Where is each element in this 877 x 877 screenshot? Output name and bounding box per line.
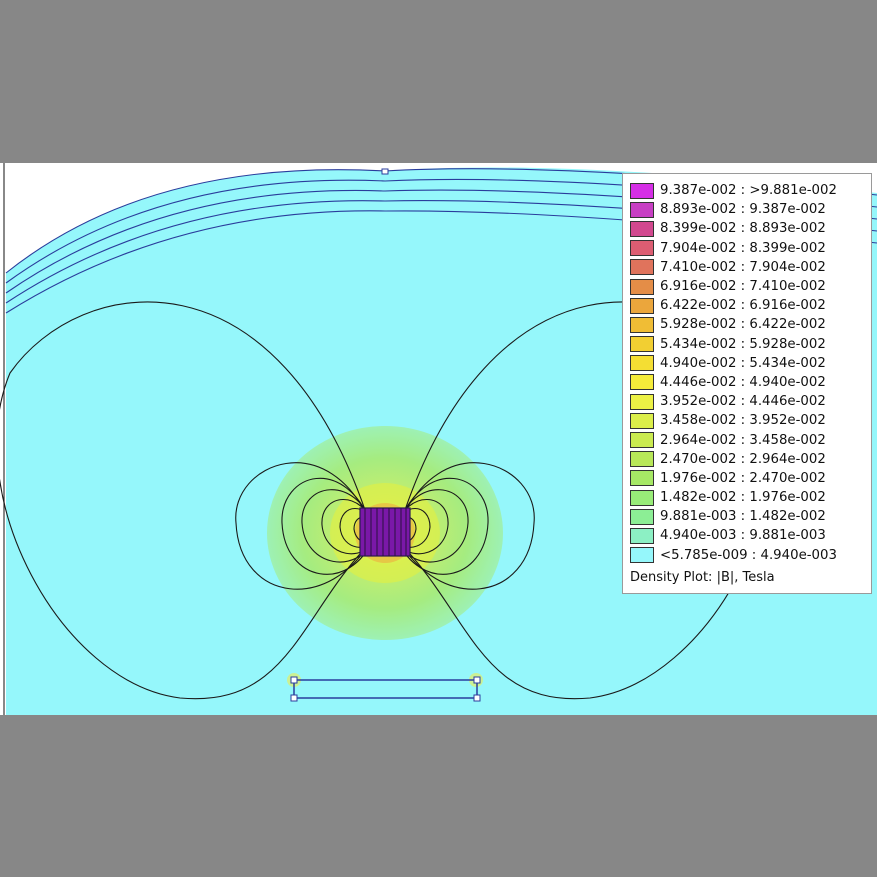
legend-range-label: 4.940e-003 : 9.881e-003	[660, 528, 826, 544]
legend-swatch	[630, 432, 654, 449]
legend-swatch	[630, 297, 654, 314]
legend-entry: 6.916e-002 : 7.410e-002	[630, 277, 871, 296]
legend-range-label: 1.482e-002 : 1.976e-002	[660, 490, 826, 506]
legend-entry: 2.470e-002 : 2.964e-002	[630, 450, 871, 469]
legend-swatch	[630, 489, 654, 506]
legend-swatch	[630, 316, 654, 333]
legend-entry: 7.410e-002 : 7.904e-002	[630, 258, 871, 277]
legend-swatch	[630, 527, 654, 544]
legend-swatch	[630, 201, 654, 218]
legend-swatch	[630, 451, 654, 468]
legend-entry: 1.482e-002 : 1.976e-002	[630, 488, 871, 507]
legend-entry: 5.928e-002 : 6.422e-002	[630, 315, 871, 334]
legend-entry: 2.964e-002 : 3.458e-002	[630, 430, 871, 449]
top-boundary-node	[381, 168, 389, 175]
legend-entry: 4.446e-002 : 4.940e-002	[630, 373, 871, 392]
legend-range-label: 7.904e-002 : 8.399e-002	[660, 240, 826, 256]
legend-entry: 3.458e-002 : 3.952e-002	[630, 411, 871, 430]
legend-entry: 9.881e-003 : 1.482e-002	[630, 507, 871, 526]
legend-range-label: 2.470e-002 : 2.964e-002	[660, 451, 826, 467]
legend-swatch	[630, 412, 654, 429]
coil	[359, 507, 411, 557]
legend-swatch	[630, 470, 654, 487]
legend-swatch	[630, 259, 654, 276]
legend-range-label: 3.952e-002 : 4.446e-002	[660, 394, 826, 410]
legend-swatch	[630, 547, 654, 564]
legend-swatch	[630, 182, 654, 199]
legend-entry: 6.422e-002 : 6.916e-002	[630, 296, 871, 315]
legend-entry: <5.785e-009 : 4.940e-003	[630, 546, 871, 565]
legend-entry: 4.940e-003 : 9.881e-003	[630, 526, 871, 545]
legend-swatch	[630, 220, 654, 237]
legend-swatch	[630, 393, 654, 410]
legend-entry: 9.387e-002 : >9.881e-002	[630, 181, 871, 200]
legend-range-label: 6.916e-002 : 7.410e-002	[660, 279, 826, 295]
legend-entries: 9.387e-002 : >9.881e-002 8.893e-002 : 9.3…	[630, 181, 871, 565]
legend-swatch	[630, 355, 654, 372]
legend-range-label: 9.387e-002 : >9.881e-002	[660, 183, 837, 199]
legend-swatch	[630, 374, 654, 391]
legend-range-label: 9.881e-003 : 1.482e-002	[660, 509, 826, 525]
legend-range-label: 3.458e-002 : 3.952e-002	[660, 413, 826, 429]
legend-range-label: 2.964e-002 : 3.458e-002	[660, 432, 826, 448]
legend-entry: 1.976e-002 : 2.470e-002	[630, 469, 871, 488]
legend-range-label: 6.422e-002 : 6.916e-002	[660, 298, 826, 314]
legend-range-label: 1.976e-002 : 2.470e-002	[660, 470, 826, 486]
legend-swatch	[630, 278, 654, 295]
legend-entry: 4.940e-002 : 5.434e-002	[630, 354, 871, 373]
legend-entry: 3.952e-002 : 4.446e-002	[630, 392, 871, 411]
legend-range-label: <5.785e-009 : 4.940e-003	[660, 547, 837, 563]
legend-range-label: 8.399e-002 : 8.893e-002	[660, 221, 826, 237]
density-legend: 9.387e-002 : >9.881e-002 8.893e-002 : 9.3…	[622, 173, 872, 594]
legend-range-label: 5.928e-002 : 6.422e-002	[660, 317, 826, 333]
legend-entry: 7.904e-002 : 8.399e-002	[630, 239, 871, 258]
legend-range-label: 8.893e-002 : 9.387e-002	[660, 202, 826, 218]
legend-range-label: 4.940e-002 : 5.434e-002	[660, 355, 826, 371]
legend-entry: 5.434e-002 : 5.928e-002	[630, 335, 871, 354]
legend-swatch	[630, 240, 654, 257]
legend-caption: Density Plot: |B|, Tesla	[630, 569, 775, 585]
legend-range-label: 5.434e-002 : 5.928e-002	[660, 336, 826, 352]
plot-viewport[interactable]: 9.387e-002 : >9.881e-002 8.893e-002 : 9.3…	[0, 163, 877, 715]
legend-range-label: 4.446e-002 : 4.940e-002	[660, 374, 826, 390]
legend-entry: 8.893e-002 : 9.387e-002	[630, 200, 871, 219]
legend-swatch	[630, 508, 654, 525]
legend-range-label: 7.410e-002 : 7.904e-002	[660, 259, 826, 275]
legend-entry: 8.399e-002 : 8.893e-002	[630, 219, 871, 238]
legend-swatch	[630, 336, 654, 353]
